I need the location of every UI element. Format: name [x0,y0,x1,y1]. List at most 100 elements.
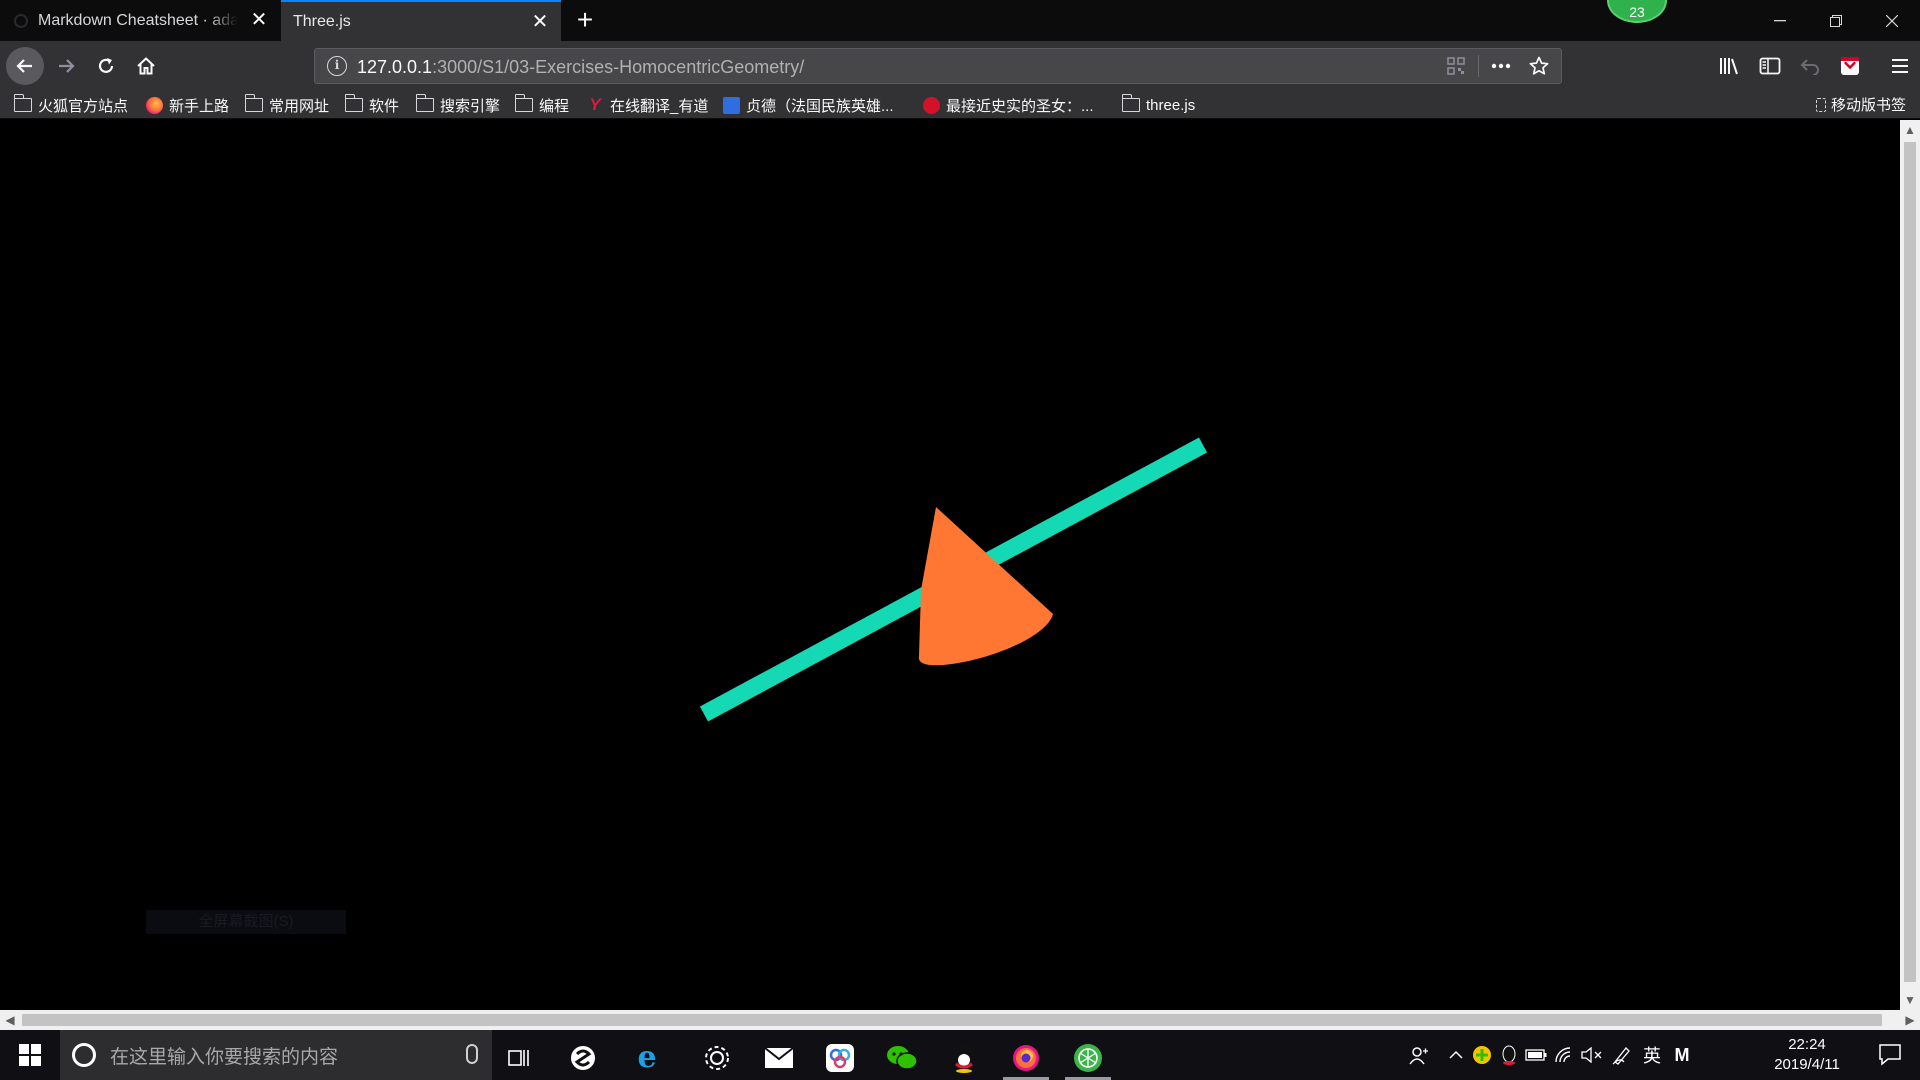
pen-workspace-icon[interactable] [1610,1042,1634,1068]
bookmark-item[interactable]: 火狐官方站点 [13,94,128,116]
sogou-app-icon[interactable] [556,1035,610,1080]
battery-icon[interactable] [1524,1042,1548,1068]
show-hidden-icons-chevron-icon[interactable] [1446,1042,1466,1068]
baidu-icon [722,96,740,114]
bookmark-label: 搜索引擎 [440,97,501,115]
bookmark-item[interactable]: 软件 [344,94,400,116]
window-controls [1752,0,1920,41]
mobile-bookmarks[interactable]: 移动版书签 [1815,94,1906,115]
url-text[interactable]: 127.0.0.1:3000/S1/03-Exercises-Homocentr… [357,57,804,78]
windows-logo-icon [19,1044,41,1066]
scroll-up-arrow-icon[interactable]: ▲ [1900,120,1920,140]
tab-threejs[interactable]: Three.js ✕ [281,0,561,41]
search-placeholder: 在这里输入你要搜索的内容 [110,1046,339,1068]
restore-button[interactable] [1808,0,1864,41]
reload-button[interactable] [88,48,124,84]
tab-title: Three.js [293,12,351,30]
tab-title: Markdown Cheatsheet · adam-p/markdown-he… [38,11,238,29]
tab-bar: Markdown Cheatsheet · adam-p/markdown-he… [0,0,1920,41]
qq-icon[interactable] [937,1035,991,1080]
network-speed-badge[interactable]: 23 [1607,0,1667,23]
close-tab-icon[interactable]: ✕ [248,9,270,31]
settings-app-icon[interactable] [690,1035,744,1080]
bookmark-item[interactable]: 新手上路 [145,94,229,116]
bookmark-label: 最接近史实的圣女：... [946,97,1094,115]
action-center-icon[interactable] [1878,1042,1906,1068]
bookmark-star-icon[interactable] [1523,53,1555,79]
navigation-toolbar: i 127.0.0.1:3000/S1/03-Exercises-Homocen… [0,41,1920,91]
address-bar[interactable]: i 127.0.0.1:3000/S1/03-Exercises-Homocen… [314,48,1562,84]
task-view-icon[interactable] [492,1035,546,1080]
taskbar-search-box[interactable]: 在这里输入你要搜索的内容 [60,1030,492,1080]
bookmark-label: 在线翻译_有道 [610,97,709,115]
vertical-scroll-thumb[interactable] [1904,142,1916,982]
folder-icon [415,94,434,114]
sina-icon [922,96,940,114]
volume-muted-icon[interactable] [1580,1042,1604,1068]
bookmark-item[interactable]: 常用网址 [244,94,329,116]
clock-time: 22:24 [1788,1036,1826,1053]
sidebar-icon[interactable] [1750,48,1790,84]
close-tab-icon[interactable]: ✕ [529,11,551,33]
system-tray: 英 M 22:24 2019/4/11 [1400,1030,1920,1080]
bookmark-item[interactable]: 最接近史实的圣女：... [922,94,1094,116]
new-tab-button[interactable]: + [570,5,600,35]
bookmark-item[interactable]: 搜索引擎 [415,94,501,116]
mobile-bookmarks-icon [1815,97,1826,112]
start-button[interactable] [0,1030,60,1080]
bookmark-item[interactable]: 编程 [514,94,569,116]
scroll-down-arrow-icon[interactable]: ▼ [1900,990,1920,1010]
bookmarks-toolbar: 火狐官方站点 新手上路 常用网址 软件 搜索引擎 编程 Y 在线翻译_有道 贞德… [0,91,1920,119]
toolbar-right [1710,48,1920,84]
home-button[interactable] [128,48,164,84]
ime-language-indicator[interactable]: 英 [1640,1042,1664,1068]
folder-icon [344,94,363,114]
horizontal-scrollbar[interactable]: ◀ ▶ [0,1010,1920,1030]
site-info-icon[interactable]: i [327,56,347,76]
ime-mode-indicator[interactable]: M [1670,1042,1694,1068]
baidu-netdisk-icon[interactable] [813,1035,867,1080]
bookmark-item[interactable]: three.js [1121,94,1195,116]
tab-markdown-cheatsheet[interactable]: Markdown Cheatsheet · adam-p/markdown-he… [0,0,280,41]
github-favicon-icon [14,13,28,28]
youdao-icon: Y [589,95,601,114]
bookmark-label: 软件 [369,97,400,115]
cortana-icon [72,1043,96,1067]
minimize-button[interactable] [1752,0,1808,41]
chrome-dev-app-icon[interactable] [1061,1035,1115,1080]
url-host: 127.0.0.1 [357,57,433,77]
bookmark-label: 新手上路 [169,97,230,115]
scroll-right-arrow-icon[interactable]: ▶ [1900,1010,1920,1030]
pocket-icon[interactable] [1830,48,1870,84]
qr-code-icon[interactable] [1440,53,1472,79]
scroll-left-arrow-icon[interactable]: ◀ [0,1010,20,1030]
people-icon[interactable] [1406,1042,1432,1068]
forward-button[interactable] [48,48,84,84]
firefox-taskbar-icon[interactable] [999,1035,1053,1080]
undo-close-tab-icon[interactable] [1790,48,1830,84]
menu-hamburger-icon[interactable] [1880,48,1920,84]
wifi-icon[interactable] [1552,1042,1576,1068]
ie-browser-icon[interactable]: e [620,1035,674,1080]
back-button[interactable] [6,47,44,85]
vertical-scrollbar[interactable]: ▲ ▼ [1900,120,1920,1010]
mail-app-icon[interactable] [752,1035,806,1080]
firefox-icon [145,96,163,114]
threejs-scene-canvas[interactable] [0,120,1900,1010]
security-tray-icon[interactable] [1470,1042,1494,1068]
microphone-icon[interactable] [466,1044,478,1064]
windows-taskbar: 在这里输入你要搜索的内容 e 英 M 22:24 2019/4/11 [0,1030,1920,1080]
wechat-icon[interactable] [875,1035,929,1080]
bookmark-item[interactable]: Y 在线翻译_有道 [586,94,708,116]
url-actions [1440,53,1555,79]
bookmark-item[interactable]: 贞德（法国民族英雄... [722,94,894,116]
library-icon[interactable] [1710,48,1750,84]
webgl-viewport[interactable]: 全屏幕截图(S) [0,120,1900,1010]
taskbar-clock[interactable]: 22:24 2019/4/11 [1762,1035,1852,1075]
url-separator [1478,55,1479,77]
qq-tray-icon[interactable] [1498,1042,1520,1068]
horizontal-scroll-thumb[interactable] [22,1014,1882,1026]
page-actions-icon[interactable] [1485,53,1517,79]
url-path: :3000/S1/03-Exercises-HomocentricGeometr… [432,57,805,77]
close-window-button[interactable] [1864,0,1920,41]
